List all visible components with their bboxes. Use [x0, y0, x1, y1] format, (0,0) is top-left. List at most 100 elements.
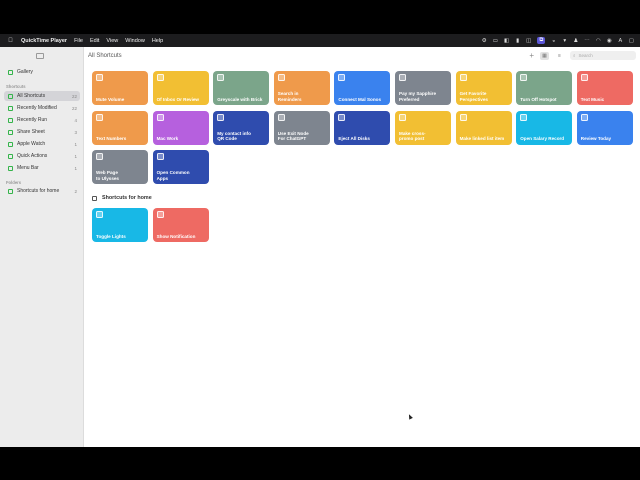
menu-window[interactable]: Window — [125, 38, 145, 44]
screen-record-active-icon[interactable]: ⧉ — [537, 37, 546, 44]
menu-bar:  QuickTime Player File Edit View Window… — [0, 34, 640, 47]
control-center-icon[interactable]: ◉ — [607, 38, 612, 44]
shortcut-icon — [399, 113, 406, 121]
display-icon[interactable]: ▭ — [493, 38, 498, 44]
folder-section-header: Shortcuts for home — [92, 195, 152, 201]
shortcut-tile[interactable]: Turn Off Hotspot — [516, 71, 573, 105]
shortcut-tile[interactable]: Text Music — [576, 71, 633, 105]
sidebar-item-menu-bar[interactable]: Menu Bar 1 — [4, 163, 80, 173]
shortcut-icon — [277, 74, 285, 81]
sidebar-item-shortcuts-for-home[interactable]: Shortcuts for home 2 — [4, 186, 80, 196]
wifi-icon[interactable]: ◠ — [596, 38, 601, 44]
bag-icon[interactable]: ◧ — [504, 38, 509, 44]
sidebar-item-count: 1 — [74, 141, 77, 147]
shortcut-icon — [96, 211, 103, 218]
shortcut-tile[interactable]: My contact info QR Code — [213, 110, 270, 145]
screen-record-icon[interactable]: ◫ — [526, 38, 531, 44]
gear-icon[interactable]: ⚙ — [482, 38, 487, 44]
shortcut-label: Make cross- promo post — [399, 130, 426, 142]
shortcut-tile[interactable]: Mute Volume — [92, 71, 148, 105]
sidebar-item-count: 4 — [74, 117, 77, 123]
sidebar-item-label: Gallery — [17, 69, 33, 75]
sidebar-item-label: All Shortcuts — [17, 93, 46, 99]
search-input[interactable]: ⌕ Search — [570, 51, 636, 60]
shortcut-tile[interactable]: Use Exit Node For ChatGPT — [273, 110, 330, 145]
shortcut-label: Use Exit Node For ChatGPT — [277, 130, 309, 142]
screen-icon[interactable]: ▢ — [629, 38, 634, 44]
shortcut-tile[interactable]: Greyscale with Brick — [213, 71, 270, 105]
clock-icon — [8, 105, 13, 111]
sidebar-item-count: 3 — [74, 129, 77, 135]
shortcut-icon — [217, 113, 225, 121]
sidebar-item-all-shortcuts[interactable]: All Shortcuts 22 — [4, 91, 80, 101]
shortcut-tile[interactable]: Get Favorite Perspectives — [455, 71, 512, 105]
sidebar-toggle-icon[interactable] — [36, 53, 44, 59]
sidebar-item-count: 2 — [74, 188, 77, 194]
shortcut-tile[interactable]: Review Today — [576, 110, 633, 145]
shortcut-icon — [520, 113, 528, 121]
bell-icon[interactable]: ▾ — [562, 38, 567, 44]
sidebar-item-label: Menu Bar — [17, 165, 39, 171]
sidebar-section-shortcuts: Shortcuts — [6, 84, 26, 89]
shortcut-tile[interactable]: Open Salary Record — [516, 110, 573, 145]
sidebar-item-label: Recently Modified — [17, 105, 57, 111]
shortcut-label: Of Inbox Or Review — [156, 96, 199, 102]
menu-bar-icon — [8, 165, 13, 171]
folder-section-title: Shortcuts for home — [102, 195, 152, 201]
keyboard-icon[interactable]: A — [618, 38, 623, 44]
shortcut-label: Web Page to Ulysses — [96, 170, 119, 181]
sidebar-item-gallery[interactable]: Gallery — [4, 67, 80, 77]
grid-icon — [8, 93, 13, 99]
menu-edit[interactable]: Edit — [90, 38, 99, 44]
shortcut-tile[interactable]: Mac Work — [152, 110, 209, 145]
person-icon[interactable]: ♟ — [573, 38, 578, 44]
sidebar-item-recently-modified[interactable]: Recently Modified 22 — [4, 103, 80, 113]
search-placeholder: Search — [578, 53, 593, 58]
apple-icon[interactable]:  — [7, 38, 14, 44]
sidebar-item-recently-run[interactable]: Recently Run 4 — [4, 115, 80, 125]
shortcut-label: Get Favorite Perspectives — [459, 91, 488, 102]
shortcut-tile[interactable]: Web Page to Ulysses — [92, 150, 148, 184]
sidebar-item-apple-watch[interactable]: Apple Watch 1 — [4, 139, 80, 149]
shortcut-icon — [338, 74, 346, 81]
shortcut-label: Mute Volume — [96, 96, 125, 102]
gallery-icon — [8, 69, 13, 75]
shortcut-tile[interactable]: Connect Mal Sonos — [334, 71, 391, 105]
sidebar: Gallery Shortcuts All Shortcuts 22 Recen… — [0, 47, 84, 447]
watch-icon — [8, 141, 13, 147]
list-view-icon[interactable]: ≡ — [555, 52, 564, 60]
shortcut-tile[interactable]: Make cross- promo post — [395, 110, 451, 145]
grid-view-icon[interactable]: ▦ — [540, 51, 549, 60]
sidebar-item-share-sheet[interactable]: Share Sheet 3 — [4, 127, 80, 137]
menu-help[interactable]: Help — [152, 38, 163, 44]
shortcut-tile[interactable]: Text Numbers — [92, 110, 148, 145]
sidebar-item-quick-actions[interactable]: Quick Actions 1 — [4, 151, 80, 161]
sidebar-item-count: 22 — [71, 93, 77, 99]
sidebar-item-count: 22 — [71, 105, 77, 111]
menu-view[interactable]: View — [106, 38, 118, 44]
shortcut-tile[interactable]: Toggle Lights — [92, 208, 148, 242]
drive-icon[interactable]: ◒ — [551, 38, 556, 44]
shortcut-tile[interactable]: Of Inbox Or Review — [152, 71, 209, 105]
shortcut-label: Review Today — [580, 136, 612, 142]
shortcut-tile[interactable]: Eject All Disks — [334, 110, 391, 145]
shortcut-label: Text Music — [580, 96, 605, 102]
shortcut-tile[interactable]: Pay my Sapphire Preferred — [395, 71, 451, 105]
shortcut-tile[interactable]: Make linked list item — [455, 110, 512, 145]
add-shortcut-button[interactable]: + — [529, 51, 534, 60]
search-icon: ⌕ — [573, 53, 576, 58]
gear-icon — [8, 153, 13, 159]
shortcut-tile[interactable]: Open Common Apps — [152, 150, 209, 184]
sidebar-item-label: Recently Run — [17, 117, 48, 123]
shortcut-icon — [580, 113, 588, 121]
shortcut-tile[interactable]: Search in Reminders — [273, 71, 330, 105]
menu-app-name[interactable]: QuickTime Player — [21, 38, 67, 44]
shortcut-icon — [399, 74, 406, 81]
main-content: All Shortcuts + ▦ ≡ ⌕ Search Mute Volume… — [84, 47, 640, 447]
dots-icon[interactable]: ⋯ — [584, 38, 590, 44]
shortcut-tile[interactable]: Show Notification — [152, 208, 209, 242]
bookmark-icon[interactable]: ▮ — [515, 38, 520, 44]
menu-file[interactable]: File — [74, 38, 83, 44]
folder-icon — [92, 195, 97, 201]
shortcut-label: Greyscale with Brick — [217, 96, 263, 102]
